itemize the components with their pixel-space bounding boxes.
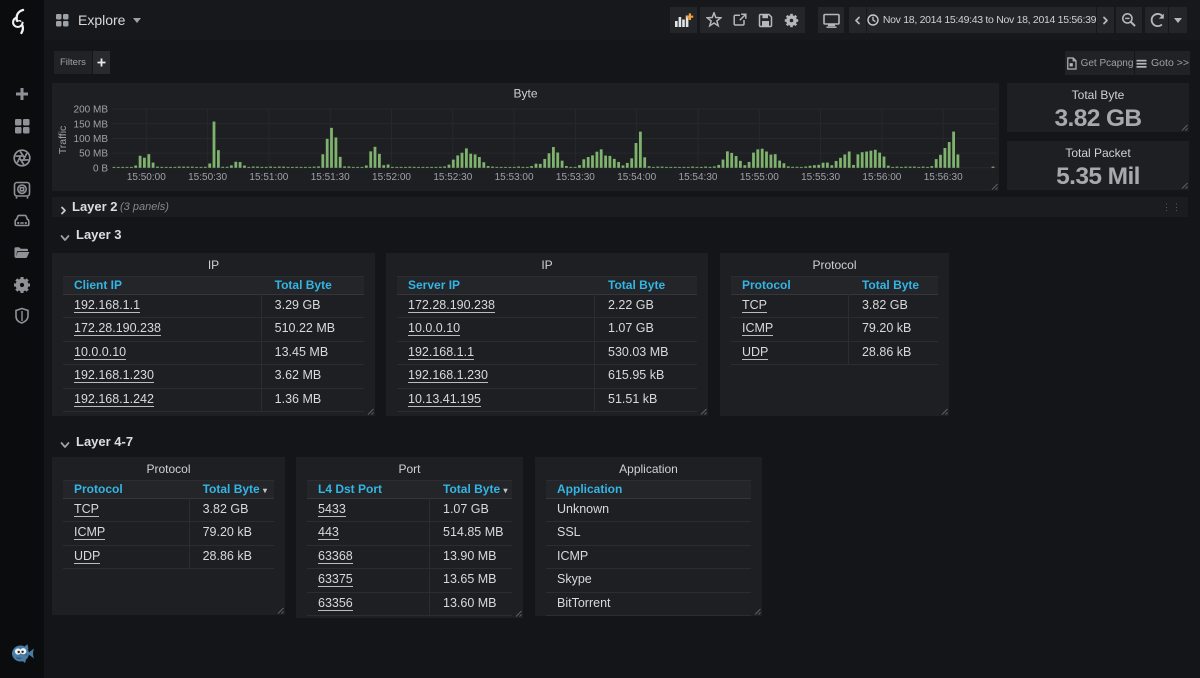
- svg-text:15:54:30: 15:54:30: [679, 172, 718, 183]
- svg-text:15:50:00: 15:50:00: [127, 172, 166, 183]
- svg-text:50 MB: 50 MB: [79, 149, 108, 160]
- svg-text:15:52:00: 15:52:00: [372, 172, 411, 183]
- svg-text:0 B: 0 B: [93, 163, 108, 174]
- svg-text:15:54:00: 15:54:00: [617, 172, 656, 183]
- svg-text:15:55:00: 15:55:00: [740, 172, 779, 183]
- svg-text:Traffic: Traffic: [57, 126, 69, 155]
- svg-text:100 MB: 100 MB: [74, 134, 109, 145]
- svg-text:15:52:30: 15:52:30: [433, 172, 472, 183]
- svg-text:15:51:30: 15:51:30: [311, 172, 350, 183]
- svg-text:200 MB: 200 MB: [74, 105, 109, 116]
- svg-text:15:56:30: 15:56:30: [924, 172, 963, 183]
- svg-text:15:53:30: 15:53:30: [556, 172, 595, 183]
- svg-text:Byte: Byte: [513, 87, 537, 101]
- svg-text:15:51:00: 15:51:00: [249, 172, 288, 183]
- svg-text:15:50:30: 15:50:30: [188, 172, 227, 183]
- svg-text:15:53:00: 15:53:00: [495, 172, 534, 183]
- svg-text:15:56:00: 15:56:00: [862, 172, 901, 183]
- svg-text:150 MB: 150 MB: [74, 119, 109, 130]
- svg-text:15:55:30: 15:55:30: [801, 172, 840, 183]
